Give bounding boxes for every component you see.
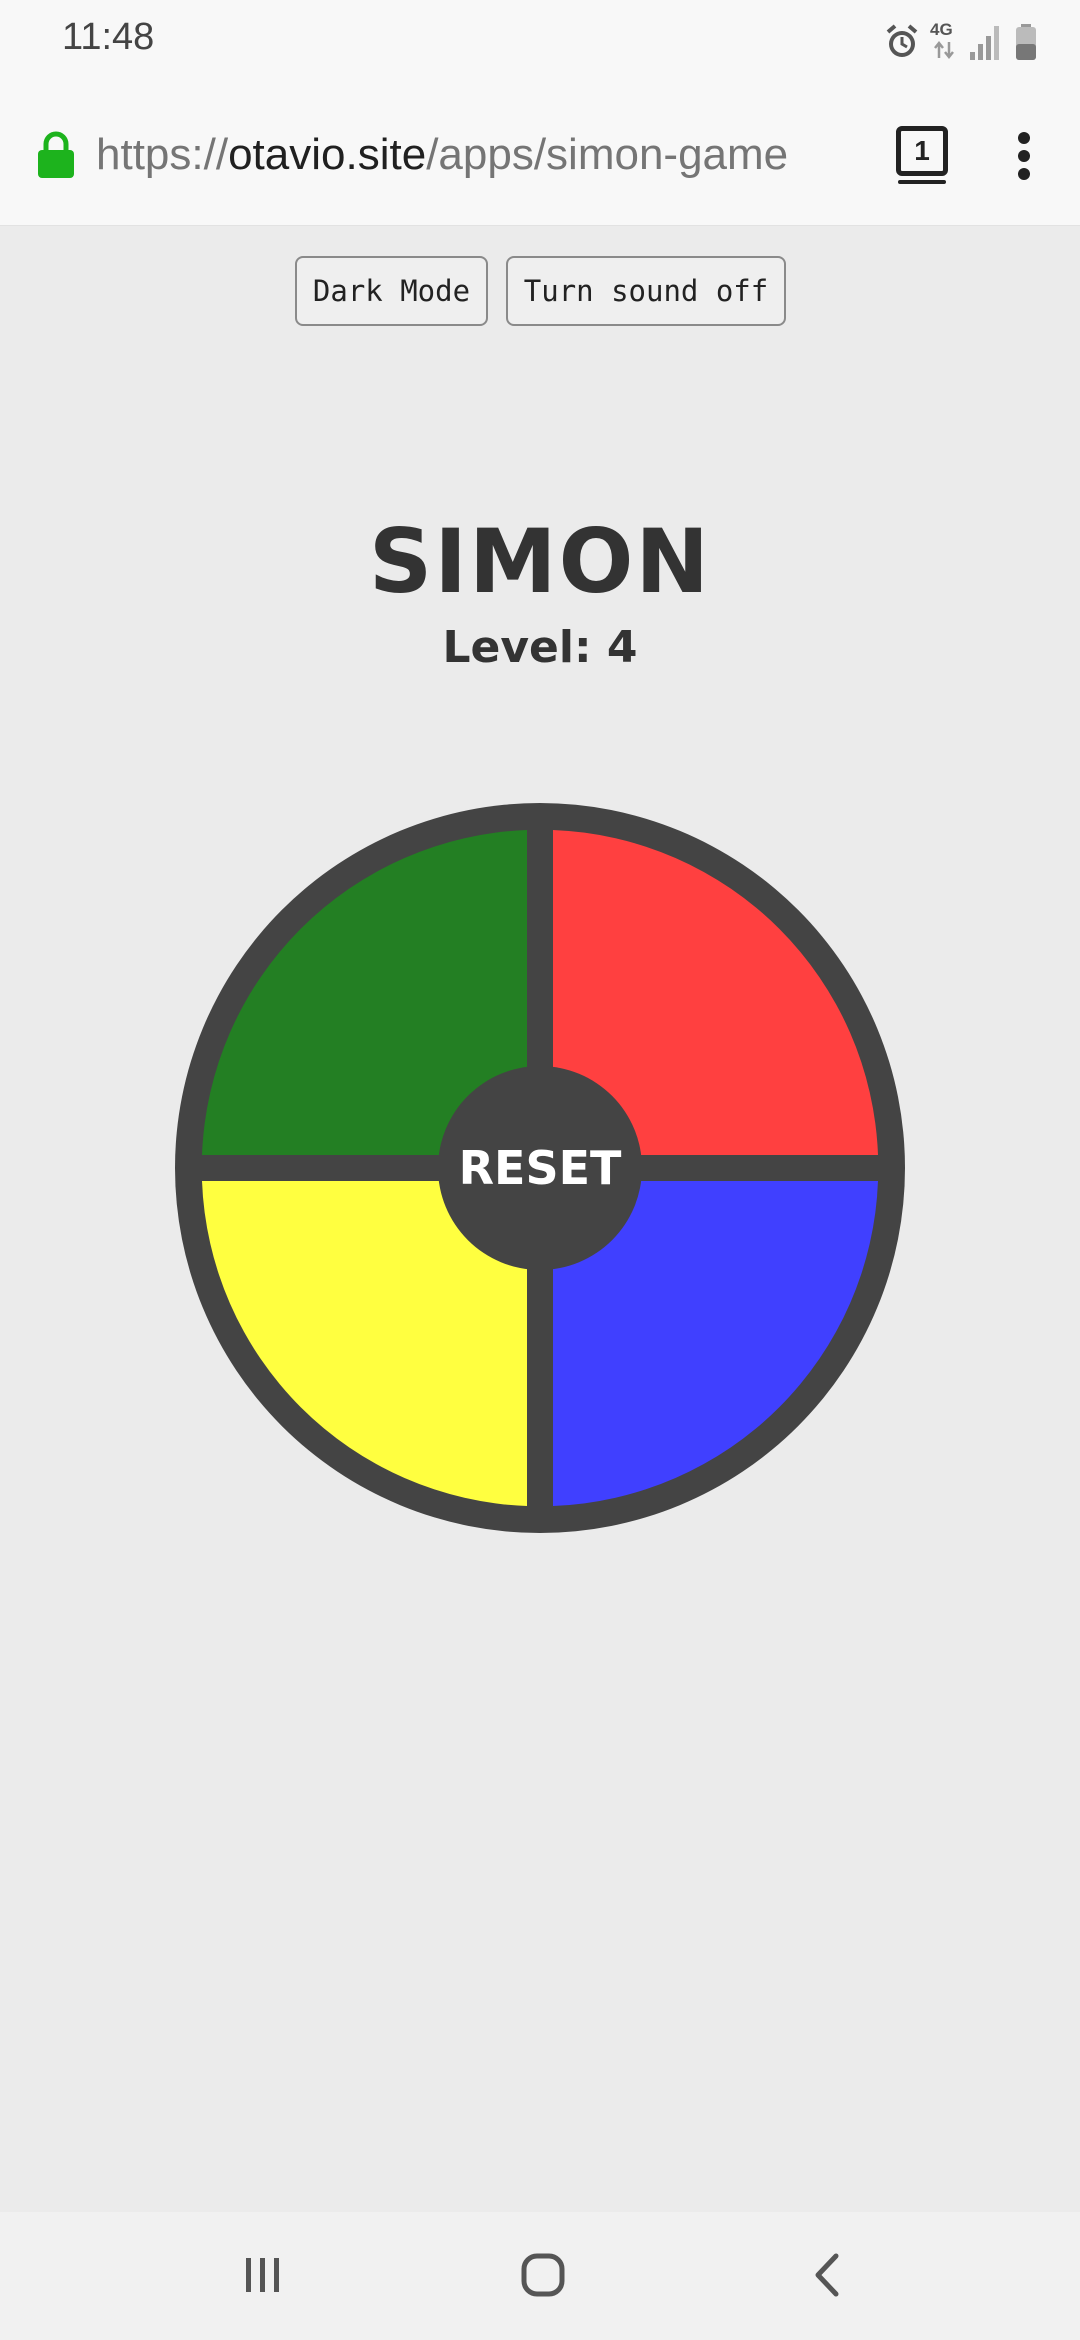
back-icon[interactable] — [806, 2252, 852, 2298]
page-content: Dark Mode Turn sound off SIMON Level: 4 … — [0, 227, 1080, 2212]
url-host: otavio.site — [228, 130, 427, 179]
menu-dot — [1018, 168, 1030, 180]
navigation-bar — [0, 2212, 1080, 2340]
overflow-menu-icon[interactable] — [1010, 130, 1040, 180]
tab-count: 1 — [896, 126, 948, 176]
menu-dot — [1018, 132, 1030, 144]
status-bar: 11:48 4G — [0, 0, 1080, 84]
lock-icon — [38, 131, 74, 178]
battery-icon — [1016, 24, 1036, 60]
recent-apps-icon[interactable] — [240, 2252, 286, 2298]
alarm-icon — [886, 24, 918, 57]
game-title: SIMON — [368, 510, 712, 613]
signal-icon — [970, 26, 999, 60]
browser-toolbar: https://otavio.site/apps/simon-game 1 — [0, 84, 1080, 226]
tabs-icon[interactable]: 1 — [896, 126, 950, 184]
url-path: /apps/simon-game — [426, 130, 789, 179]
network-4g-icon: 4G — [926, 20, 960, 62]
sound-toggle-button[interactable]: Turn sound off — [506, 256, 786, 326]
tabs-underline — [898, 180, 946, 184]
simon-board: RESET — [175, 803, 905, 1533]
home-icon[interactable] — [520, 2252, 566, 2298]
dark-mode-button[interactable]: Dark Mode — [295, 256, 488, 326]
network-label: 4G — [930, 20, 953, 39]
menu-dot — [1018, 150, 1030, 162]
reset-button[interactable]: RESET — [438, 1066, 642, 1270]
url-scheme: https:// — [96, 130, 229, 179]
level-indicator: Level: 4 — [442, 622, 638, 673]
address-bar[interactable]: https://otavio.site/apps/simon-game — [96, 130, 788, 180]
status-time: 11:48 — [62, 16, 155, 58]
